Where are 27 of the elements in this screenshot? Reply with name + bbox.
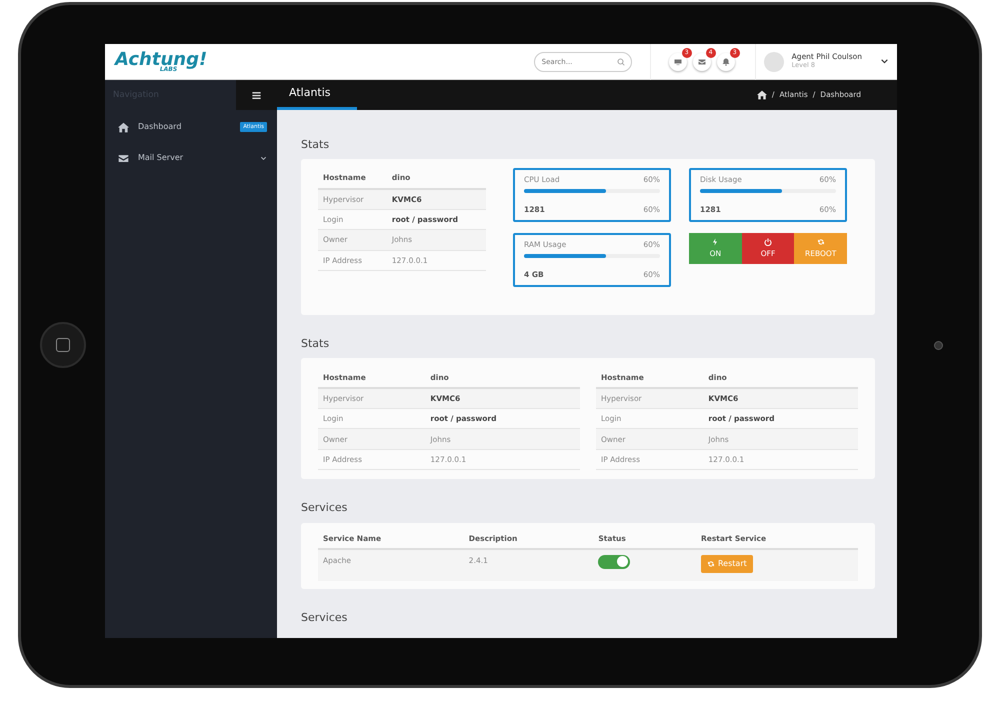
section-heading: Services xyxy=(301,501,348,515)
home-button[interactable] xyxy=(40,322,86,368)
envelope-icon xyxy=(698,58,706,66)
monitor-icon xyxy=(674,58,682,66)
section-heading: Stats xyxy=(301,138,330,152)
menu-button[interactable] xyxy=(236,80,277,110)
notification-button[interactable] xyxy=(668,52,687,70)
bell-icon xyxy=(722,58,730,66)
power-icon xyxy=(764,238,772,246)
section-heading: Stats xyxy=(301,337,330,350)
menu-icon xyxy=(251,90,262,100)
avatar xyxy=(764,52,784,72)
section-heading: Services xyxy=(301,610,348,624)
notification-button[interactable] xyxy=(692,52,711,70)
camera-icon xyxy=(934,340,942,350)
lightning-icon xyxy=(711,238,720,246)
home-icon xyxy=(118,122,129,132)
notification-button[interactable] xyxy=(716,52,735,70)
refresh-icon xyxy=(706,560,715,568)
refresh-icon xyxy=(816,238,825,246)
chevron-down-icon xyxy=(880,57,889,66)
toggle-switch[interactable] xyxy=(598,554,630,569)
page-title: Atlantis xyxy=(277,80,357,110)
envelope-icon xyxy=(118,152,129,164)
search-icon xyxy=(616,58,625,66)
home-icon xyxy=(756,90,767,100)
sidebar-item[interactable]: Mail Server xyxy=(105,144,277,172)
